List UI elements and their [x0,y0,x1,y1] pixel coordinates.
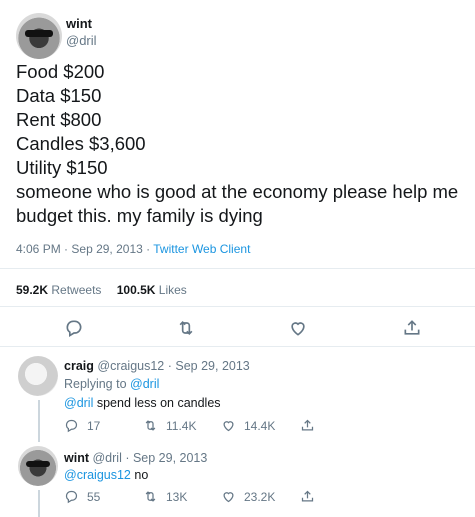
replying-to: Replying to @dril [64,377,159,391]
reply-icon [65,419,78,433]
divider [0,306,475,307]
mention-link[interactable]: @dril [64,396,93,410]
tweet-date[interactable]: Sep 29, 2013 [71,242,142,256]
avatar[interactable] [18,356,58,396]
share-button[interactable] [300,418,323,433]
thread-line [38,400,40,442]
retweet-button[interactable]: 13K [143,489,187,504]
avatar[interactable] [18,446,58,486]
retweets-label: Retweets [51,283,102,297]
tweet-line: Data $150 [16,85,102,106]
tweet-line: Candles $3,600 [16,133,146,154]
reply-icon [66,320,82,337]
meta-separator: · [146,242,151,256]
like-button[interactable]: 14.4K [221,418,275,433]
likes-stat[interactable]: 100.5K Likes [117,283,187,297]
reply-date[interactable]: · Sep 29, 2013 [125,451,207,465]
replying-prefix: Replying to [64,377,127,391]
tweet-time[interactable]: 4:06 PM [16,242,61,256]
reply-date[interactable]: · Sep 29, 2013 [168,359,250,373]
author-name[interactable]: craig [64,359,94,373]
tweet-line: budget this. my family is dying [16,205,263,226]
engagement-stats: 59.2K Retweets 100.5K Likes [16,283,187,297]
tweet-meta: 4:06 PM · Sep 29, 2013 · Twitter Web Cli… [16,242,250,256]
like-count: 14.4K [244,418,276,433]
reply-header: wint @dril · Sep 29, 2013 [64,451,207,465]
tweet-line: Rent $800 [16,109,102,130]
retweet-icon [145,491,156,502]
reply-text: @dril spend less on candles [64,396,221,410]
tweet-client[interactable]: Twitter Web Client [153,242,250,256]
reply-body: spend less on candles [93,396,221,410]
heart-icon [223,492,234,503]
retweet-button[interactable]: 11.4K [143,418,196,433]
retweet-button[interactable] [176,318,196,343]
retweet-count: 13K [166,489,188,504]
author-name[interactable]: wint [64,451,89,465]
reply-count: 17 [87,418,101,433]
reply-text: @craigus12 no [64,468,148,482]
tweet-line: Utility $150 [16,157,108,178]
author-handle[interactable]: @craigus12 [97,359,164,373]
reply-icon [65,490,78,504]
likes-label: Likes [158,283,187,297]
avatar[interactable] [16,13,62,59]
reply-button[interactable]: 55 [64,489,100,504]
retweet-icon [145,420,156,431]
meta-separator: · [64,242,69,256]
divider [0,346,475,347]
thread-line [38,490,40,517]
share-button[interactable] [402,318,422,343]
reply-body: no [130,468,149,482]
replying-handle[interactable]: @dril [130,377,159,391]
retweets-stat[interactable]: 59.2K Retweets [16,283,105,297]
share-icon [301,419,314,431]
reply-header: craig @craigus12 · Sep 29, 2013 [64,359,250,373]
share-icon [404,320,420,335]
mention-link[interactable]: @craigus12 [64,468,131,482]
reply-button[interactable]: 17 [64,418,100,433]
tweet-text: Food $200 Data $150 Rent $800 Candles $3… [16,60,458,228]
author-handle[interactable]: @dril [66,33,97,48]
author-handle[interactable]: @dril [92,451,121,465]
like-button[interactable] [288,318,308,343]
share-icon [301,490,314,502]
like-button[interactable]: 23.2K [221,489,275,504]
reply-button[interactable] [64,318,84,343]
retweet-icon [179,320,193,336]
reply-count: 55 [87,489,101,504]
tweet-line: Food $200 [16,61,105,82]
heart-icon [291,322,305,336]
divider [0,268,475,269]
share-button[interactable] [300,489,323,504]
likes-count: 100.5K [116,283,156,297]
like-count: 23.2K [244,489,276,504]
retweets-count: 59.2K [16,283,49,297]
heart-icon [223,421,234,432]
tweet-line: someone who is good at the economy pleas… [16,181,459,202]
author-name[interactable]: wint [66,16,92,31]
retweet-count: 11.4K [166,418,197,433]
